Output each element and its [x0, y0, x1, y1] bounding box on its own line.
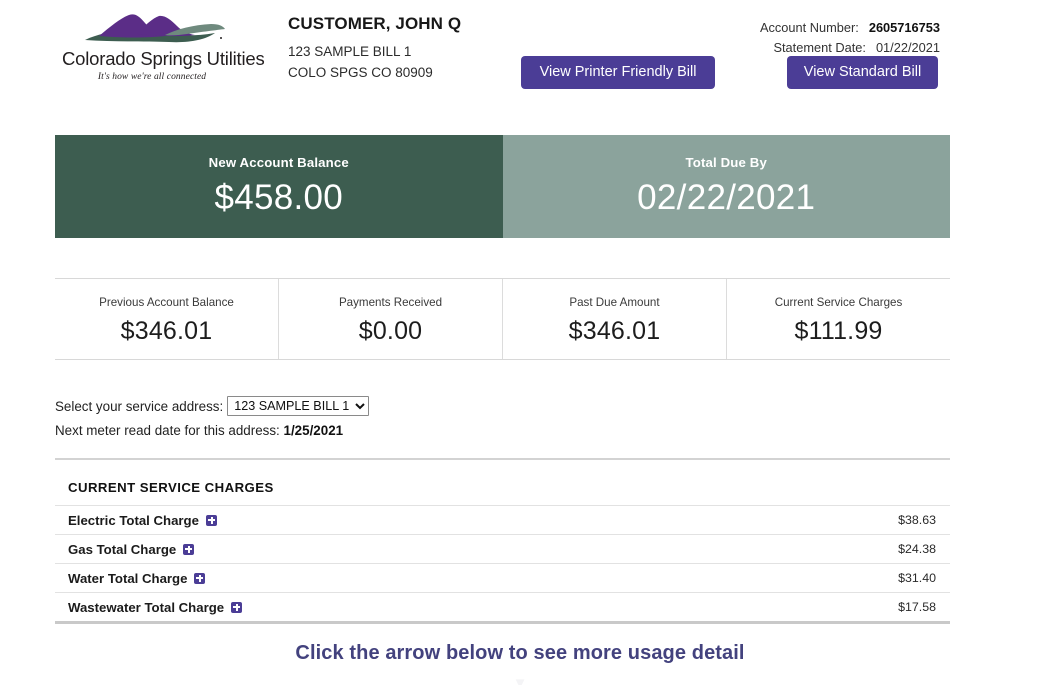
mountain-logo-icon — [85, 14, 225, 43]
table-row[interactable]: Wastewater Total Charge $17.58 — [55, 592, 950, 621]
charge-label: Gas Total Charge — [68, 541, 177, 557]
bill-page: Colorado Springs Utilities It's how we'r… — [0, 0, 1040, 685]
plus-square-icon[interactable] — [183, 543, 195, 555]
view-printer-friendly-bill-button[interactable]: View Printer Friendly Bill — [521, 56, 715, 89]
charge-name-cell: Wastewater Total Charge — [68, 599, 243, 615]
charge-label: Water Total Charge — [68, 570, 188, 586]
service-address-label: Select your service address: — [55, 398, 224, 414]
customer-address-line-2: COLO SPGS CO 80909 — [288, 65, 433, 81]
new-account-balance-label: New Account Balance — [208, 155, 349, 170]
balance-banner: New Account Balance $458.00 Total Due By… — [55, 135, 950, 238]
charge-amount-cell: $17.58 — [898, 600, 936, 614]
balance-summary-row: Previous Account Balance $346.01 Payment… — [55, 278, 950, 360]
customer-name: CUSTOMER, JOHN Q — [288, 14, 462, 33]
summary-value: $111.99 — [794, 316, 883, 345]
plus-square-icon[interactable] — [231, 601, 243, 613]
table-row[interactable]: Electric Total Charge $38.63 — [55, 505, 950, 534]
total-due-by-value: 02/22/2021 — [637, 178, 816, 218]
summary-cell-payments-received: Payments Received $0.00 — [279, 279, 503, 359]
service-address-select[interactable]: 123 SAMPLE BILL 1 — [227, 396, 370, 416]
summary-label: Payments Received — [338, 296, 443, 309]
summary-cell-previous-account-balance: Previous Account Balance $346.01 — [55, 279, 279, 359]
new-account-balance-value: $458.00 — [214, 178, 344, 218]
summary-value: $346.01 — [120, 316, 213, 345]
charge-label: Electric Total Charge — [68, 512, 199, 528]
table-row[interactable]: Gas Total Charge $24.38 — [55, 534, 950, 563]
table-row[interactable]: Water Total Charge $31.40 — [55, 563, 950, 592]
chevron-down-icon[interactable]: ▼ — [0, 676, 1040, 685]
customer-address-line-1: 123 SAMPLE BILL 1 — [288, 44, 412, 60]
total-due-by-panel: Total Due By 02/22/2021 — [502, 135, 950, 238]
brand-tagline: It's how we're all connected — [97, 72, 207, 83]
account-details: Account Number: 2605716753 Statement Dat… — [560, 18, 940, 58]
summary-cell-current-service-charges: Current Service Charges $111.99 — [727, 279, 950, 359]
charge-label: Wastewater Total Charge — [68, 599, 225, 615]
next-meter-read-value: 1/25/2021 — [283, 423, 344, 438]
plus-square-icon[interactable] — [205, 514, 217, 526]
brand-logo[interactable]: Colorado Springs Utilities It's how we'r… — [62, 12, 265, 83]
customer-info: CUSTOMER, JOHN Q 123 SAMPLE BILL 1 COLO … — [288, 14, 518, 84]
total-due-by-label: Total Due By — [685, 155, 767, 170]
current-service-charges-table: CURRENT SERVICE CHARGES Electric Total C… — [55, 458, 950, 624]
summary-value: $0.00 — [358, 316, 423, 345]
new-account-balance-panel: New Account Balance $458.00 — [55, 135, 503, 238]
service-address-selector-row: Select your service address: 123 SAMPLE … — [55, 396, 370, 416]
account-number-label: Account Number: — [759, 20, 859, 35]
charge-name-cell: Water Total Charge — [68, 570, 206, 586]
view-standard-bill-button[interactable]: View Standard Bill — [787, 56, 938, 89]
summary-label: Past Due Amount — [569, 296, 660, 309]
account-number-row: Account Number: 2605716753 — [560, 18, 940, 38]
next-meter-read-row: Next meter read date for this address: 1… — [55, 423, 343, 438]
charges-bottom-divider — [55, 621, 950, 624]
charges-section-title: CURRENT SERVICE CHARGES — [68, 480, 274, 495]
summary-cell-past-due-amount: Past Due Amount $346.01 — [503, 279, 727, 359]
page-header: Colorado Springs Utilities It's how we'r… — [0, 0, 1040, 118]
charge-name-cell: Gas Total Charge — [68, 541, 195, 557]
account-number-value: 2605716753 — [868, 20, 940, 35]
summary-label: Previous Account Balance — [99, 296, 234, 309]
brand-wordmark: Colorado Springs Utilities — [62, 48, 265, 69]
summary-value: $346.01 — [568, 316, 661, 345]
summary-label: Current Service Charges — [774, 296, 903, 309]
plus-square-icon[interactable] — [194, 572, 206, 584]
usage-detail-cta-text: Click the arrow below to see more usage … — [295, 642, 745, 664]
charge-amount-cell: $38.63 — [898, 513, 936, 527]
next-meter-read-label: Next meter read date for this address: — [55, 423, 280, 438]
charge-amount-cell: $24.38 — [898, 542, 936, 556]
charge-amount-cell: $31.40 — [898, 571, 936, 585]
charge-name-cell: Electric Total Charge — [68, 513, 217, 528]
